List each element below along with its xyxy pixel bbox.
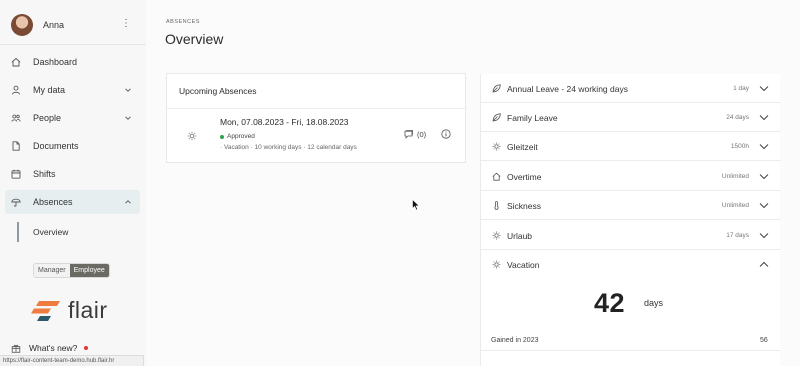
sidebar-item-documents[interactable]: Documents (5, 134, 140, 158)
flair-logo-mark (31, 300, 60, 321)
sidebar-item-label: People (33, 113, 62, 123)
user-icon (11, 85, 21, 95)
sidebar-item-label: Shifts (33, 169, 56, 179)
umbrella-icon (11, 197, 21, 207)
leaf-icon (492, 113, 501, 122)
category-row-gleitzeit[interactable]: Gleitzeit 1500h (481, 132, 781, 161)
gained-label: Gained in 2023 (491, 337, 539, 344)
sidebar-item-label: My data (33, 85, 66, 95)
chevron-down-icon (125, 88, 131, 92)
category-row-overtime[interactable]: Overtime Unlimited (481, 162, 781, 191)
chevron-up-icon[interactable] (759, 261, 769, 268)
category-row-annual-leave[interactable]: Annual Leave - 24 working days 1 day (481, 74, 781, 103)
whats-new-label: What's new? (29, 343, 78, 353)
logo-text: flair (68, 297, 108, 323)
sidebar-item-label: Absences (33, 197, 73, 207)
active-indicator (17, 222, 19, 242)
category-row-vacation[interactable]: Vacation (481, 250, 781, 279)
people-icon (11, 113, 21, 123)
absence-date-range[interactable]: Mon, 07.08.2023 - Fri, 18.08.2023 (220, 117, 349, 127)
sun-icon (492, 260, 501, 269)
sun-icon (492, 142, 501, 151)
sun-icon (187, 131, 197, 141)
more-options-icon[interactable]: ⋮ (121, 19, 131, 29)
divider (0, 44, 146, 45)
divider (167, 108, 467, 109)
avatar (11, 14, 33, 36)
vacation-balance-value: 42 (594, 288, 626, 318)
category-row-family-leave[interactable]: Family Leave 24 days (481, 103, 781, 132)
vacation-balance-unit: days (644, 298, 664, 308)
category-balance: 1 day (733, 85, 749, 92)
category-name: Overtime (507, 172, 542, 182)
chevron-down-icon[interactable] (759, 143, 769, 150)
role-toggle[interactable]: Manager Employee (33, 263, 110, 278)
thermometer-icon (494, 201, 499, 210)
chevron-down-icon[interactable] (759, 202, 769, 209)
home-icon (492, 172, 501, 181)
category-row-sickness[interactable]: Sickness Unlimited (481, 191, 781, 220)
category-name: Urlaub (507, 231, 533, 241)
chevron-down-icon[interactable] (759, 173, 769, 180)
whats-new-button[interactable]: What's new? (11, 342, 131, 354)
sidebar-item-label: Dashboard (33, 57, 78, 67)
calendar-icon (11, 169, 21, 179)
sidebar-item-dashboard[interactable]: Dashboard (5, 50, 140, 74)
chevron-up-icon (125, 200, 131, 204)
chevron-down-icon[interactable] (759, 232, 769, 239)
absence-categories-panel: Annual Leave - 24 working days 1 day Fam… (480, 74, 781, 366)
page-title: Overview (165, 31, 224, 47)
leaf-icon (492, 84, 501, 93)
user-name: Anna (43, 20, 65, 30)
role-manager-option[interactable]: Manager (34, 264, 70, 277)
category-row-urlaub[interactable]: Urlaub 17 days (481, 221, 781, 250)
sidebar-subitem-overview[interactable]: Overview (33, 227, 68, 237)
status-label: Approved (227, 133, 255, 140)
gift-icon (11, 343, 21, 353)
category-balance: Unlimited (721, 173, 749, 180)
category-name: Sickness (507, 201, 542, 211)
flair-logo: flair (31, 297, 108, 324)
sun-icon (492, 231, 501, 240)
comment-icon (404, 130, 413, 139)
comments-button[interactable]: (0) (404, 130, 426, 139)
category-name: Vacation (507, 260, 540, 270)
notification-dot (84, 346, 89, 350)
chevron-down-icon[interactable] (759, 85, 769, 92)
category-name: Annual Leave - 24 working days (507, 84, 628, 94)
breadcrumb: ABSENCES (166, 19, 200, 25)
user-menu[interactable]: Anna ⋮ (11, 13, 141, 37)
chevron-down-icon (125, 116, 131, 120)
divider (480, 350, 780, 351)
info-icon[interactable] (441, 129, 451, 139)
home-icon (11, 57, 21, 67)
category-balance: 1500h (730, 143, 749, 150)
sidebar: Anna ⋮ Dashboard My data People Document… (0, 0, 146, 366)
status-bar-url: https://flair-content-team-demo.hub.flai… (0, 355, 144, 366)
gained-value: 56 (760, 337, 768, 344)
sidebar-item-shifts[interactable]: Shifts (5, 162, 140, 186)
chevron-down-icon[interactable] (759, 114, 769, 121)
role-employee-option[interactable]: Employee (69, 264, 109, 277)
document-icon (11, 141, 21, 151)
absence-details: · Vacation · 10 working days · 12 calend… (220, 144, 357, 151)
card-title: Upcoming Absences (179, 86, 257, 96)
category-balance: Unlimited (721, 202, 749, 209)
sidebar-item-label: Documents (33, 141, 79, 151)
mouse-cursor-icon (412, 199, 420, 211)
category-name: Gleitzeit (507, 142, 538, 152)
sidebar-item-people[interactable]: People (5, 106, 140, 130)
status-dot (220, 134, 224, 139)
category-name: Family Leave (507, 113, 558, 123)
comment-count: (0) (417, 130, 427, 139)
category-balance: 24 days (726, 114, 749, 121)
upcoming-absences-card: Upcoming Absences Mon, 07.08.2023 - Fri,… (166, 73, 467, 163)
category-balance: 17 days (726, 232, 749, 239)
status-badge: Approved (220, 133, 255, 140)
sidebar-item-my-data[interactable]: My data (5, 78, 140, 102)
sidebar-item-absences[interactable]: Absences (5, 190, 140, 214)
